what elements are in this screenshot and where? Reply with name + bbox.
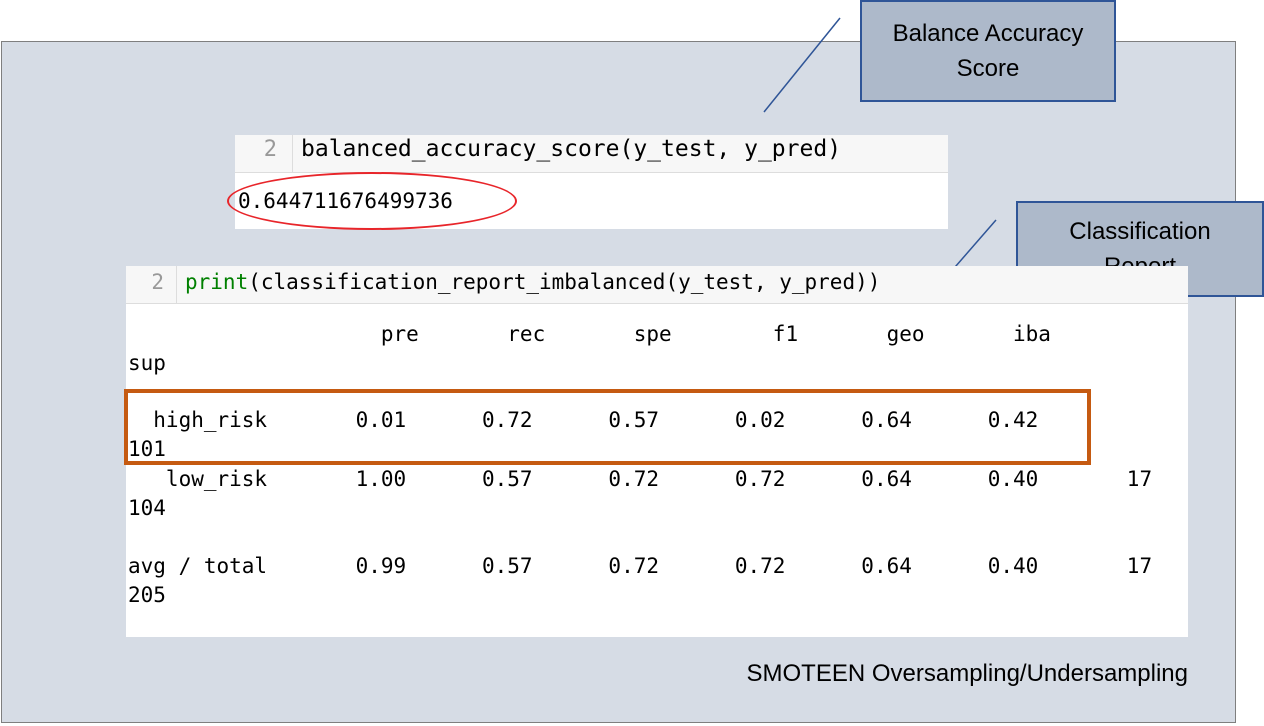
report-row-avg-total: avg / total 0.99 0.57 0.72 0.72 0.64 0.4… bbox=[128, 554, 1153, 578]
balanced-accuracy-code: balanced_accuracy_score(y_test, y_pred) bbox=[301, 136, 842, 162]
balance-accuracy-callout-line1: Balance Accuracy bbox=[892, 20, 1084, 47]
balance-accuracy-callout: Balance Accuracy Score bbox=[860, 0, 1116, 102]
report-header-line: pre rec spe f1 geo iba bbox=[128, 322, 1051, 346]
line-number: 2 bbox=[151, 270, 164, 294]
balanced-accuracy-input[interactable]: 2 balanced_accuracy_score(y_test, y_pred… bbox=[235, 135, 948, 173]
code-arguments: (classification_report_imbalanced(y_test… bbox=[248, 270, 881, 294]
accuracy-score-highlight-ellipse bbox=[227, 172, 517, 230]
report-row-low-risk-wrap: 104 bbox=[128, 496, 166, 520]
report-header-wrap: sup bbox=[128, 351, 166, 375]
line-number: 2 bbox=[263, 137, 277, 162]
balance-accuracy-callout-line2: Score bbox=[956, 55, 1020, 82]
report-row-low-risk: low_risk 1.00 0.57 0.72 0.72 0.64 0.40 1… bbox=[128, 467, 1153, 491]
print-keyword: print bbox=[185, 270, 249, 294]
slide-caption: SMOTEEN Oversampling/Undersampling bbox=[746, 660, 1188, 687]
classification-report-callout-line1: Classification bbox=[1069, 218, 1211, 245]
report-row-avg-total-wrap: 205 bbox=[128, 583, 166, 607]
high-risk-highlight-box bbox=[124, 389, 1091, 465]
classification-report-input[interactable]: 2 print(classification_report_imbalanced… bbox=[126, 266, 1188, 304]
classification-report-code: print(classification_report_imbalanced(y… bbox=[185, 270, 880, 294]
